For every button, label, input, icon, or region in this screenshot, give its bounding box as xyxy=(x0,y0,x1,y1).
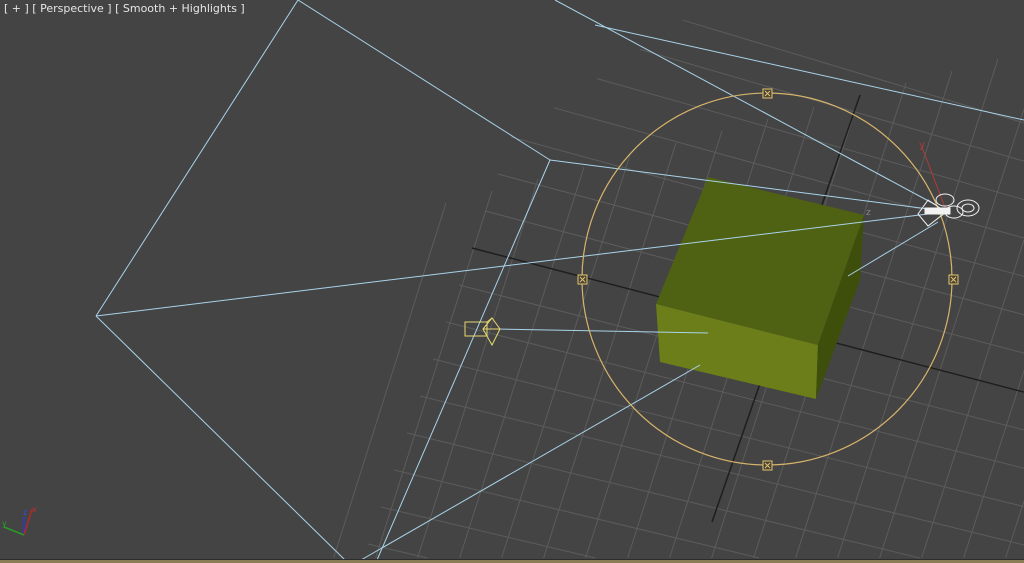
grid-line xyxy=(683,20,1024,123)
viewport-scene[interactable]: y z z x y xyxy=(0,0,1024,563)
grid-line xyxy=(407,433,920,558)
grid-line xyxy=(376,191,492,558)
viewport-label-menu[interactable]: [ + ] [ Perspective ] [ Smooth + Highlig… xyxy=(4,2,245,15)
light-y-axis-label: y xyxy=(919,140,925,151)
grid-line xyxy=(381,507,595,558)
perspective-viewport[interactable]: y z z x y [ + ] [ Perspective ] [ Smooth… xyxy=(0,0,1024,563)
grid-line xyxy=(838,59,998,558)
gizmo-y-label: y xyxy=(2,519,7,528)
box-object[interactable] xyxy=(656,177,864,399)
view-axis-gizmo: z x y xyxy=(2,505,37,535)
grid-line xyxy=(334,203,446,558)
gizmo-x-label: x xyxy=(32,505,37,514)
viewport-bottom-border xyxy=(0,559,1024,563)
grid-line xyxy=(433,359,1024,507)
grid-line xyxy=(597,79,1024,200)
grid-line xyxy=(880,109,1024,558)
light-y-axis xyxy=(922,147,946,210)
viewport-shading-menu[interactable]: [ Smooth + Highlights ] xyxy=(115,2,245,15)
grid-line xyxy=(1006,501,1024,558)
grid-line xyxy=(502,155,630,558)
viewport-plus-menu[interactable]: [ + ] xyxy=(4,2,29,15)
light-z-axis-label: z xyxy=(866,208,871,218)
grid-line xyxy=(922,240,1024,558)
grid-line xyxy=(544,143,676,558)
grid-line xyxy=(394,470,759,558)
viewport-point-of-view-menu[interactable]: [ Perspective ] xyxy=(32,2,111,15)
gizmo-z-label: z xyxy=(23,508,27,517)
